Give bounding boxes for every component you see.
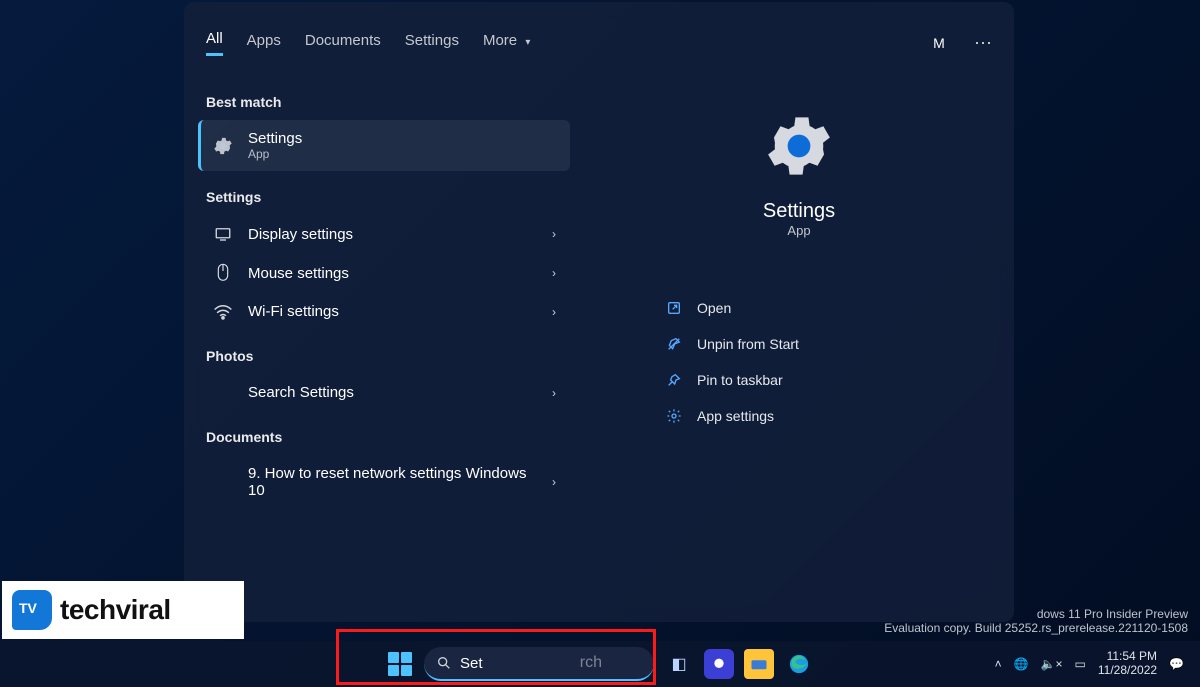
result-title: Mouse settings [248,265,349,282]
tray-battery-icon[interactable]: ▭ [1075,657,1086,671]
overflow-menu-icon[interactable]: ⋯ [974,33,992,54]
tray-clock[interactable]: 11:54 PM 11/28/2022 [1098,650,1157,678]
tab-documents[interactable]: Documents [305,32,381,55]
results-column: Best match Settings App Settings Display… [184,66,584,622]
result-mouse-settings[interactable]: Mouse settings › [198,253,570,293]
chevron-down-icon: ▾ [525,37,530,48]
chevron-right-icon: › [552,386,556,400]
result-display-settings[interactable]: Display settings › [198,215,570,253]
preview-column: Settings App Open Unpin from Start [584,66,1014,622]
account-avatar[interactable]: M [928,32,950,54]
open-icon [665,300,683,316]
action-label: App settings [697,408,774,424]
tab-more-label: More [483,32,517,49]
action-open[interactable]: Open [659,290,939,326]
tray-language-icon[interactable]: 🌐 [1014,657,1029,671]
clock-date: 11/28/2022 [1098,664,1157,678]
logo-badge-icon [12,590,52,630]
result-title: Display settings [248,226,353,243]
tab-all[interactable]: All [206,30,223,56]
taskbar-chat-icon[interactable] [704,649,734,679]
result-title: Search Settings [248,384,354,401]
tab-apps[interactable]: Apps [247,32,281,55]
search-tabs: All Apps Documents Settings More ▾ M ⋯ [184,2,1014,66]
section-best-match: Best match [206,94,562,110]
section-settings: Settings [206,189,562,205]
watermark-line1: dows 11 Pro Insider Preview [884,607,1188,621]
pin-icon [665,372,683,388]
result-best-settings[interactable]: Settings App [198,120,570,171]
result-wifi-settings[interactable]: Wi-Fi settings › [198,293,570,330]
wifi-icon [212,304,234,320]
chevron-right-icon: › [552,266,556,280]
unpin-icon [665,336,683,352]
logo-text: techviral [60,594,171,626]
taskbar-edge-icon[interactable] [784,649,814,679]
clock-time: 11:54 PM [1098,650,1157,664]
site-watermark-logo: techviral [2,581,244,639]
tray-chevron-icon[interactable]: ˄ [995,657,1002,671]
monitor-icon [212,225,234,243]
preview-actions: Open Unpin from Start Pin to taskbar [659,290,939,434]
result-title: Settings [248,130,302,147]
start-search-panel: All Apps Documents Settings More ▾ M ⋯ B… [184,2,1014,622]
taskbar-search[interactable]: rch [424,647,654,681]
taskbar-explorer-icon[interactable] [744,649,774,679]
preview-title: Settings [763,200,835,223]
chevron-right-icon: › [552,227,556,241]
taskbar: rch ◧ ˄ 🌐 🔈× ▭ 11:54 PM 11/28/2022 💬 [0,641,1200,687]
action-pin-taskbar[interactable]: Pin to taskbar [659,362,939,398]
action-unpin-start[interactable]: Unpin from Start [659,326,939,362]
action-label: Pin to taskbar [697,372,783,388]
chevron-right-icon: › [552,305,556,319]
action-label: Open [697,300,731,316]
windows-watermark: dows 11 Pro Insider Preview Evaluation c… [884,607,1188,635]
result-title: Wi-Fi settings [248,303,339,320]
start-button[interactable] [386,650,414,678]
chevron-right-icon: › [552,475,556,489]
section-documents: Documents [206,429,562,445]
search-icon [436,655,452,671]
gear-small-icon [665,408,683,424]
result-reset-network-doc[interactable]: 9. How to reset network settings Windows… [198,455,570,509]
action-app-settings[interactable]: App settings [659,398,939,434]
tab-settings[interactable]: Settings [405,32,459,55]
gear-icon [212,135,234,157]
result-subtitle: App [248,147,302,161]
result-title: 9. How to reset network settings Windows… [248,465,528,499]
section-photos: Photos [206,348,562,364]
gear-large-icon [759,106,839,186]
tray-volume-icon[interactable]: 🔈× [1041,657,1063,671]
preview-subtitle: App [787,223,810,238]
tab-more[interactable]: More ▾ [483,32,530,55]
taskbar-taskview-icon[interactable]: ◧ [664,649,694,679]
result-search-settings-photo[interactable]: Search Settings › [198,374,570,411]
search-input[interactable] [460,655,612,672]
watermark-line2: Evaluation copy. Build 25252.rs_prerelea… [884,621,1188,635]
tray-notifications-icon[interactable]: 💬 [1169,657,1184,671]
mouse-icon [212,263,234,283]
action-label: Unpin from Start [697,336,799,352]
